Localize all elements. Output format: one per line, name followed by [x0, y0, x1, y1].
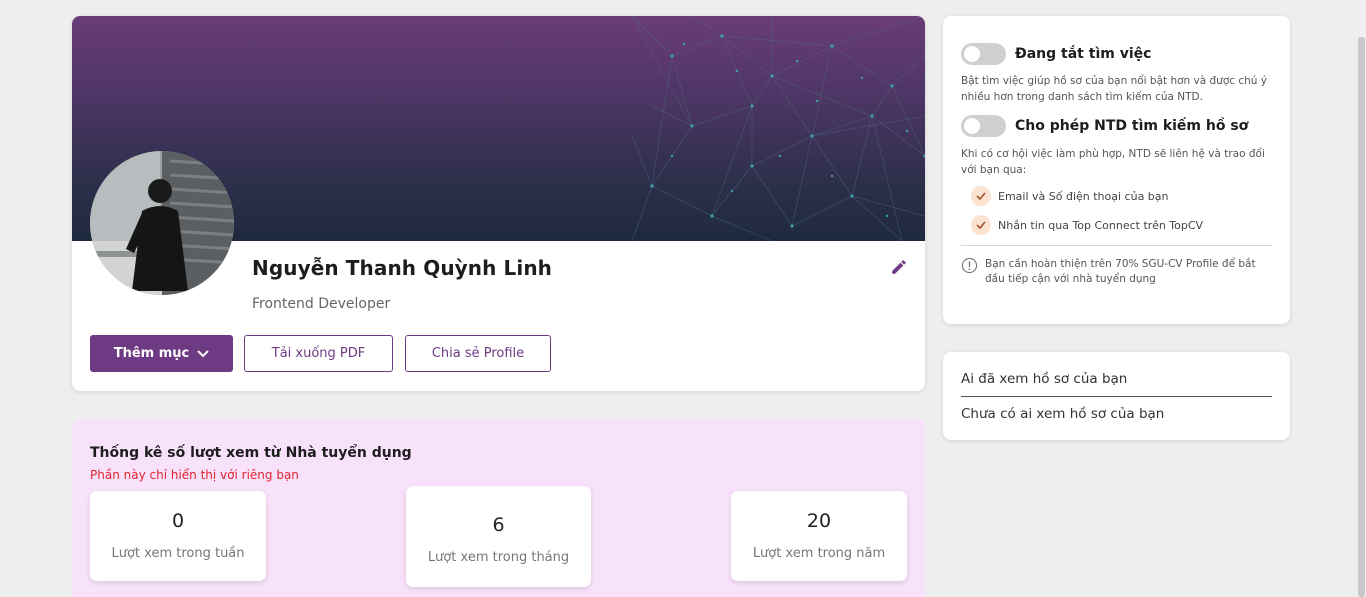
- stat-week-label: Lượt xem trong tuần: [111, 546, 245, 561]
- view-stats-card: Thống kê số lượt xem từ Nhà tuyển dụng P…: [72, 419, 925, 597]
- profile-completion-warning: Bạn cần hoàn thiện trên 70% SGU-CV Profi…: [961, 257, 1273, 287]
- add-section-button[interactable]: Thêm mục: [90, 335, 233, 372]
- stat-week-box: 0 Lượt xem trong tuần: [90, 491, 266, 581]
- contact-method-item: Nhắn tin qua Top Connect trên TopCV: [971, 215, 1203, 235]
- contact-method-label: Nhắn tin qua Top Connect trên TopCV: [998, 218, 1204, 232]
- warning-text: Bạn cần hoàn thiện trên 70% SGU-CV Profi…: [985, 258, 1256, 285]
- stat-month-value: 6: [492, 514, 505, 536]
- contact-method-label: Email và Số điện thoại của bạn: [998, 189, 1169, 203]
- page-scrollbar[interactable]: [1356, 0, 1366, 597]
- contact-method-item: Email và Số điện thoại của bạn: [971, 186, 1169, 206]
- check-icon: [971, 215, 991, 235]
- check-icon: [971, 186, 991, 206]
- stat-month-label: Lượt xem trong tháng: [427, 550, 570, 565]
- viewers-title: Ai đã xem hồ sơ của bạn: [961, 371, 1128, 387]
- job-search-toggle-label: Đang tắt tìm việc: [1015, 46, 1152, 62]
- divider: [961, 396, 1272, 397]
- chevron-down-icon: [197, 349, 209, 357]
- profile-avatar[interactable]: [90, 151, 234, 295]
- profile-viewers-card: Ai đã xem hồ sơ của bạn Chưa có ai xem h…: [943, 352, 1290, 440]
- profile-card: Nguyễn Thanh Quỳnh Linh Frontend Develop…: [72, 16, 925, 391]
- stat-month-box: 6 Lượt xem trong tháng: [406, 486, 591, 587]
- download-pdf-button[interactable]: Tải xuống PDF: [244, 335, 393, 372]
- stats-title: Thống kê số lượt xem từ Nhà tuyển dụng: [90, 445, 412, 461]
- stat-year-label: Lượt xem trong năm: [752, 546, 886, 561]
- divider: [961, 245, 1272, 246]
- scrollbar-thumb[interactable]: [1358, 37, 1365, 597]
- stat-year-value: 20: [806, 510, 832, 532]
- pencil-icon[interactable]: [890, 258, 908, 276]
- stats-privacy-note: Phần này chỉ hiển thị với riêng bạn: [90, 468, 299, 482]
- add-section-label: Thêm mục: [113, 346, 190, 361]
- profile-name: Nguyễn Thanh Quỳnh Linh: [252, 256, 553, 280]
- viewers-empty-state: Chưa có ai xem hồ sơ của bạn: [961, 406, 1165, 422]
- share-profile-button[interactable]: Chia sẻ Profile: [405, 335, 551, 372]
- profile-role: Frontend Developer: [252, 296, 391, 312]
- job-search-toggle[interactable]: [961, 43, 1006, 65]
- employer-search-toggle[interactable]: [961, 115, 1006, 137]
- employer-search-description: Khi có cơ hội việc làm phù hợp, NTD sẽ l…: [961, 148, 1265, 176]
- employer-search-toggle-label: Cho phép NTD tìm kiếm hồ sơ: [1015, 118, 1249, 134]
- job-search-settings-card: Đang tắt tìm việc Bật tìm việc giúp hồ s…: [943, 16, 1290, 324]
- job-search-description: Bật tìm việc giúp hồ sơ của bạn nổi bật …: [961, 75, 1268, 103]
- stat-week-value: 0: [171, 510, 185, 532]
- info-alert-icon: [961, 257, 978, 274]
- stat-year-box: 20 Lượt xem trong năm: [731, 491, 907, 581]
